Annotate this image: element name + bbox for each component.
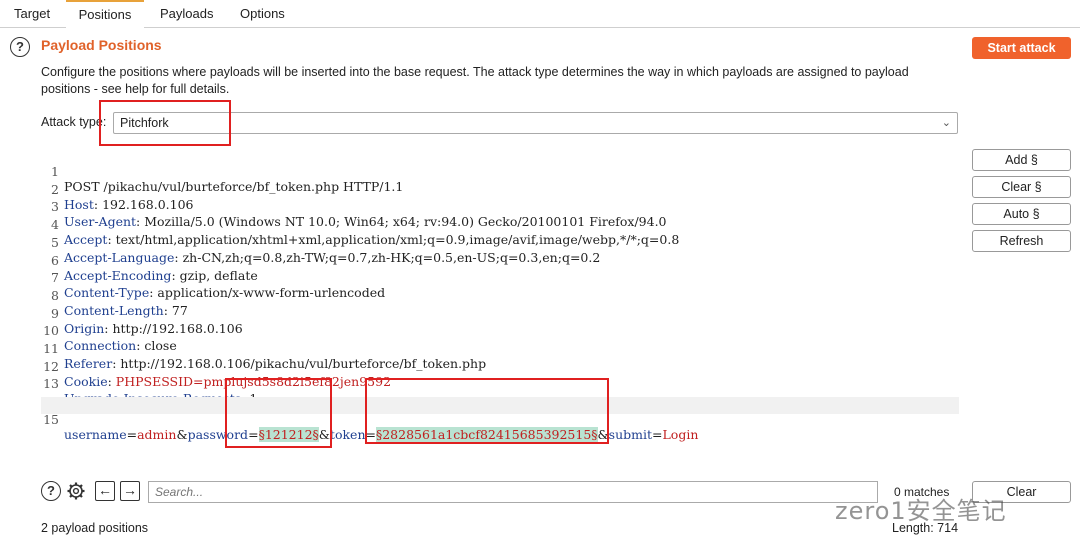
param-value: Login <box>662 426 699 442</box>
param-key: token <box>329 426 366 442</box>
tab-bar: Target Positions Payloads Options <box>0 0 1080 30</box>
attack-type-label: Attack type: <box>41 115 107 129</box>
equals-sign: = <box>126 426 138 442</box>
equals-sign: = <box>248 426 259 442</box>
gear-icon[interactable] <box>66 481 86 501</box>
ampersand: & <box>597 426 609 442</box>
help-icon-bottom[interactable]: ? <box>41 481 61 501</box>
request-body-line: 15 username=admin&password=§121212§&toke… <box>41 396 959 442</box>
request-line: 2 Host: 192.168.0.106 <box>41 167 959 212</box>
tab-positions[interactable]: Positions <box>66 0 144 30</box>
section-title: Payload Positions <box>41 37 162 53</box>
request-line: 10 Connection: close <box>41 308 959 353</box>
start-attack-button[interactable]: Start attack <box>972 37 1071 59</box>
request-line: 11 Referer: http://192.168.0.106/pikachu… <box>41 326 959 371</box>
tab-options[interactable]: Options <box>240 0 285 27</box>
auto-marker-button[interactable]: Auto § <box>972 203 1071 225</box>
request-editor[interactable]: 1 POST /pikachu/vul/burteforce/bf_token.… <box>41 149 959 479</box>
ampersand: & <box>176 426 188 442</box>
param-key: username <box>64 426 127 442</box>
request-line: 6 Accept-Encoding: gzip, deflate <box>41 238 959 283</box>
request-length: Length: 714 <box>892 521 959 535</box>
tab-target[interactable]: Target <box>14 0 50 27</box>
request-line: 8 Content-Length: 77 <box>41 273 959 318</box>
previous-arrow-icon[interactable]: ← <box>95 481 115 501</box>
request-line: 5 Accept-Language: zh-CN,zh;q=0.8,zh-TW;… <box>41 220 959 265</box>
help-icon[interactable]: ? <box>10 37 30 57</box>
request-line: 12 Cookie: PHPSESSID=pmplujsd5s8d2i5ef82… <box>41 344 959 389</box>
search-input[interactable] <box>148 481 878 503</box>
ampersand: & <box>318 426 330 442</box>
request-line: 3 User-Agent: Mozilla/5.0 (Windows NT 10… <box>41 184 959 229</box>
add-marker-button[interactable]: Add § <box>972 149 1071 171</box>
request-line: 9 Origin: http://192.168.0.106 <box>41 291 959 336</box>
attack-type-value: Pitchfork <box>120 116 169 130</box>
param-key: password <box>187 426 249 442</box>
request-line: 7 Content-Type: application/x-www-form-u… <box>41 255 959 300</box>
line-number: 15 <box>43 411 59 427</box>
attack-type-select[interactable]: Pitchfork ⌄ <box>113 112 958 134</box>
request-line: 14 <box>41 379 959 409</box>
param-value: admin <box>137 426 177 442</box>
payload-marker-token[interactable]: §2828561a1cbcf82415685392515§ <box>375 426 598 442</box>
param-key: submit <box>608 426 653 442</box>
refresh-button[interactable]: Refresh <box>972 230 1071 252</box>
chevron-down-icon: ⌄ <box>941 117 951 129</box>
request-line: 1 POST /pikachu/vul/burteforce/bf_token.… <box>41 149 959 194</box>
next-arrow-icon[interactable]: → <box>120 481 140 501</box>
payload-positions-count: 2 payload positions <box>41 521 149 535</box>
request-line: 13 Upgrade-Insecure-Requests: 1 <box>41 361 959 406</box>
equals-sign: = <box>365 426 376 442</box>
equals-sign: = <box>652 426 663 442</box>
request-line: 4 Accept: text/html,application/xhtml+xm… <box>41 202 959 247</box>
section-description: Configure the positions where payloads w… <box>41 65 909 96</box>
clear-marker-button[interactable]: Clear § <box>972 176 1071 198</box>
tab-payloads[interactable]: Payloads <box>160 0 213 27</box>
payload-marker-password[interactable]: §121212§ <box>258 426 319 442</box>
